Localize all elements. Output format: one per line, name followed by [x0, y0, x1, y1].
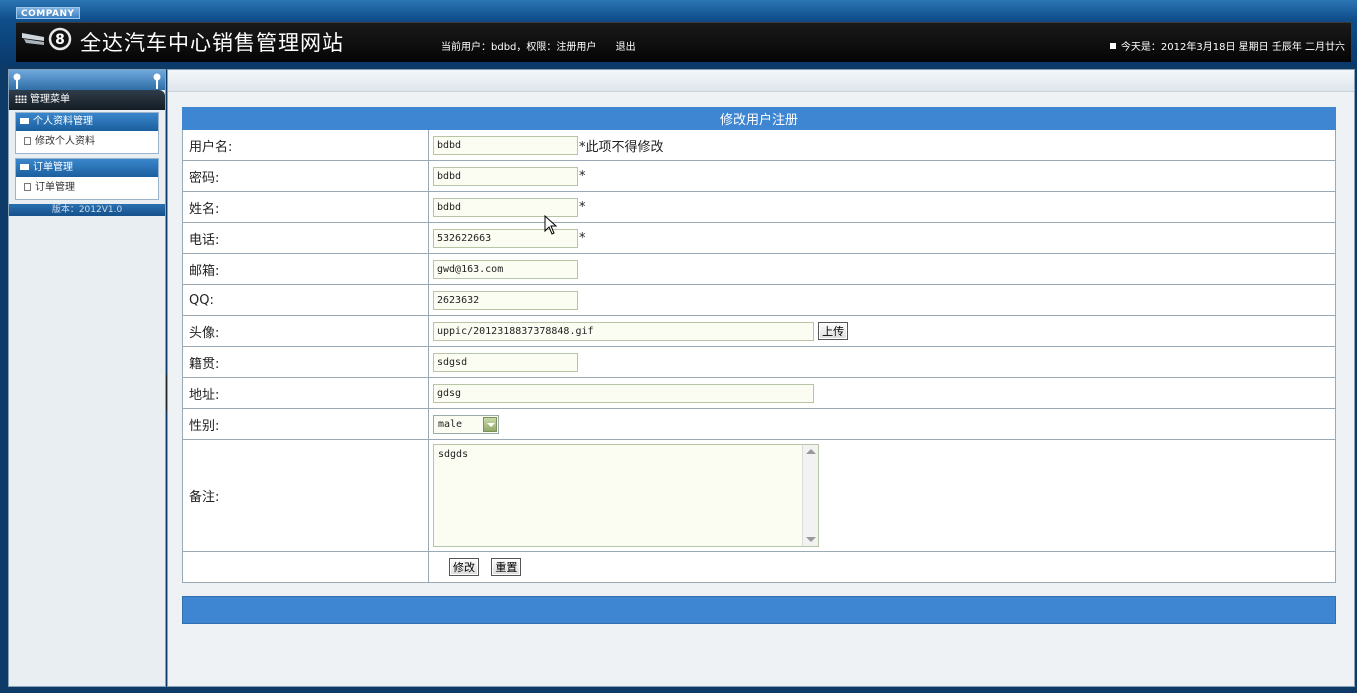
user-info: 当前用户：bdbd，权限：注册用户 退出: [441, 38, 636, 53]
version-label: 版本：2012V1.0: [9, 204, 165, 216]
block-icon: [20, 118, 29, 124]
textarea-scrollbar[interactable]: [802, 445, 818, 546]
form-row-password: 密码: *: [182, 160, 1336, 192]
bentley-logo-icon: 8: [22, 27, 72, 51]
main-area: 管理菜单 个人资料管理 修改个人资料 订单管理 订单管理 版本：2012V1.0…: [6, 65, 1357, 693]
qq-label: QQ:: [182, 284, 429, 316]
form-row-hometown: 籍贯:: [182, 346, 1336, 378]
qq-input[interactable]: [433, 290, 578, 310]
square-bullet-icon: [1109, 43, 1116, 49]
company-badge: COMPANY: [16, 7, 80, 19]
avatar-label: 头像:: [182, 315, 429, 347]
name-label: 姓名:: [182, 191, 429, 223]
password-label: 密码:: [182, 160, 429, 192]
sidebar-top-bar: [9, 70, 165, 90]
form-footer-bar: [182, 596, 1336, 624]
menu-group-profile: 个人资料管理 修改个人资料: [15, 112, 159, 154]
form-row-username: 用户名: *此项不得修改: [182, 129, 1336, 161]
reset-button[interactable]: 重置: [491, 558, 522, 576]
pin-icon: [13, 73, 21, 89]
current-user-text: 当前用户：bdbd，权限：注册用户: [441, 42, 597, 53]
form-row-actions: 修改 重置: [182, 551, 1336, 583]
form-row-remark: 备注: sdgds: [182, 439, 1336, 552]
menu-item-label: 修改个人资料: [35, 136, 95, 147]
email-label: 邮箱:: [182, 253, 429, 285]
site-title: 全达汽车中心销售管理网站: [80, 31, 344, 55]
menu-group-label: 个人资料管理: [33, 116, 93, 127]
password-required-mark: *: [579, 168, 586, 184]
username-note: *此项不得修改: [579, 139, 664, 155]
menu-group-orders-title[interactable]: 订单管理: [16, 159, 158, 177]
grid-dots-icon: [15, 95, 27, 103]
actions-blank-cell: [182, 551, 429, 583]
today-text: 今天是：2012年3月18日 星期日 壬辰年 二月廿六: [1120, 42, 1345, 53]
submit-button[interactable]: 修改: [449, 558, 479, 576]
hometown-label: 籍贯:: [182, 346, 429, 378]
form-row-avatar: 头像: 上传: [182, 315, 1336, 347]
mouse-cursor-icon: [544, 215, 558, 235]
avatar-path-input[interactable]: [433, 321, 814, 341]
logout-link[interactable]: 退出: [616, 42, 636, 53]
block-icon: [20, 164, 29, 170]
document-icon: [24, 137, 31, 145]
username-input[interactable]: [433, 135, 578, 155]
hometown-input[interactable]: [433, 352, 578, 372]
menu-group-profile-title[interactable]: 个人资料管理: [16, 113, 158, 131]
sidebar: 管理菜单 个人资料管理 修改个人资料 订单管理 订单管理 版本：2012V1.0: [8, 69, 166, 687]
form-row-gender: 性别: male: [182, 408, 1336, 440]
menu-header: 管理菜单: [9, 90, 165, 110]
remark-label: 备注:: [182, 439, 429, 552]
today-date: 今天是：2012年3月18日 星期日 壬辰年 二月廿六: [1109, 38, 1345, 53]
form-row-name: 姓名: *: [182, 191, 1336, 223]
gender-select[interactable]: male: [433, 414, 499, 434]
chevron-down-icon: [483, 416, 497, 432]
header: COMPANY 8 全达汽车中心销售管理网站 当前用户：bdbd，权限：注册用户…: [0, 0, 1357, 65]
gender-selected-value: male: [438, 418, 463, 430]
pin-icon: [153, 73, 161, 89]
gender-label: 性别:: [182, 408, 429, 440]
form-title: 修改用户注册: [182, 107, 1336, 130]
form-row-qq: QQ:: [182, 284, 1336, 316]
upload-button[interactable]: 上传: [818, 322, 849, 340]
remark-text: sdgds: [438, 449, 469, 460]
svg-text:8: 8: [55, 32, 65, 48]
form-row-address: 地址:: [182, 377, 1336, 409]
address-label: 地址:: [182, 377, 429, 409]
password-input[interactable]: [433, 166, 578, 186]
menu-group-label: 订单管理: [33, 162, 73, 173]
menu-item-label: 订单管理: [35, 182, 75, 193]
content-panel: 修改用户注册 用户名: *此项不得修改 密码: * 姓名: * 电话: * 邮箱…: [167, 69, 1355, 687]
content-toolbar: [168, 70, 1354, 92]
address-input[interactable]: [433, 383, 814, 403]
form-row-email: 邮箱:: [182, 253, 1336, 285]
phone-required-mark: *: [579, 230, 586, 246]
phone-label: 电话:: [182, 222, 429, 254]
form-row-phone: 电话: *: [182, 222, 1336, 254]
menu-item-edit-profile[interactable]: 修改个人资料: [16, 131, 158, 153]
name-required-mark: *: [579, 199, 586, 215]
menu-title: 管理菜单: [30, 94, 70, 105]
remark-textarea[interactable]: sdgds: [433, 444, 819, 547]
email-input[interactable]: [433, 259, 578, 279]
username-label: 用户名:: [182, 129, 429, 161]
menu-group-orders: 订单管理 订单管理: [15, 158, 159, 200]
document-icon: [24, 183, 31, 191]
name-input[interactable]: [433, 197, 578, 217]
menu-item-orders[interactable]: 订单管理: [16, 177, 158, 199]
edit-user-form: 修改用户注册 用户名: *此项不得修改 密码: * 姓名: * 电话: * 邮箱…: [182, 107, 1336, 583]
